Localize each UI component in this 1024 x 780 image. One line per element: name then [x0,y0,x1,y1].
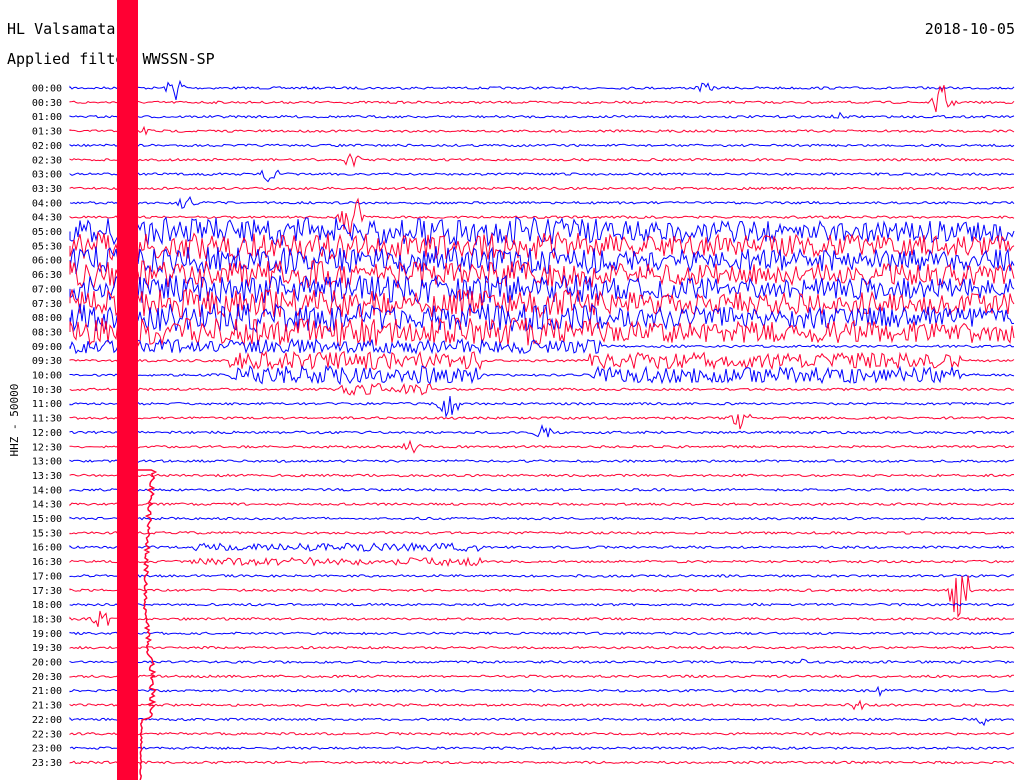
trace-line [69,364,1015,386]
trace-line [69,152,1015,168]
trace-line [69,350,1015,371]
trace-line [69,302,1015,334]
trace-line [69,685,1015,698]
trace-line [69,459,1015,463]
y-tick-label: 09:00 [32,342,62,353]
y-tick-label: 04:00 [32,198,62,209]
trace-line [69,487,1015,492]
trace-line [69,502,1015,507]
trace-line [69,125,1015,136]
trace-line [69,530,1015,535]
trace-line [69,516,1015,521]
y-tick-label: 10:00 [32,371,62,382]
y-tick-label: 21:00 [32,686,62,697]
trace-line [69,383,1015,396]
trace-line [69,631,1015,636]
y-tick-label: 20:00 [32,658,62,669]
y-tick-label: 05:30 [32,241,62,252]
y-tick-label: 12:00 [32,428,62,439]
y-tick-label: 10:30 [32,385,62,396]
trace-line [69,216,1015,247]
y-tick-label: 16:00 [32,543,62,554]
y-tick-label: 07:00 [32,284,62,295]
trace-line [69,424,1015,438]
trace-line [69,556,1015,567]
trace-line [69,195,1015,209]
trace-line [69,731,1015,736]
y-tick-label: 11:00 [32,399,62,410]
trace-line [69,473,1015,478]
trace-line [69,111,1015,119]
y-tick-label: 02:30 [32,155,62,166]
y-tick-label: 08:30 [32,327,62,338]
y-tick-label: 14:30 [32,500,62,511]
event-saturation [117,0,138,780]
y-tick-label: 01:30 [32,127,62,138]
y-tick-label: 01:00 [32,112,62,123]
trace-line [69,439,1015,454]
y-tick-label: 11:30 [32,414,62,425]
y-tick-label: 23:00 [32,744,62,755]
trace-line [69,699,1015,711]
y-tick-label: 13:30 [32,471,62,482]
trace-line [69,746,1014,750]
y-tick-label: 23:30 [32,758,62,769]
trace-line [69,259,1015,289]
y-tick-label: 00:30 [32,98,62,109]
y-tick-label: 05:00 [32,227,62,238]
trace-line [69,541,1015,552]
y-tick-label: 04:30 [32,213,62,224]
trace-line [69,645,1015,650]
trace-line [69,573,1014,578]
y-tick-label: 13:00 [32,457,62,468]
y-tick-label: 15:00 [32,514,62,525]
trace-line [69,760,1015,765]
y-tick-label: 19:30 [32,643,62,654]
y-tick-label: 03:00 [32,170,62,181]
y-tick-label: 22:00 [32,715,62,726]
y-tick-label: 02:00 [32,141,62,152]
helicorder-plot: 00:00 00:30 01:00 01:30 02:00 02:30 03:00 03:30… [32,0,1015,780]
trace-line [69,717,1015,727]
trace-line [69,79,1015,101]
trace-line [69,169,1015,183]
y-tick-label: 22:30 [32,729,62,740]
trace-line [69,575,1015,619]
y-tick-label: 07:30 [32,299,62,310]
trace-line [69,602,1015,607]
y-tick-label: 19:00 [32,629,62,640]
y-tick-label: 12:30 [32,442,62,453]
y-tick-label: 00:00 [32,84,62,95]
trace-line [69,85,1015,113]
trace-line [69,337,1015,355]
y-tick-label: 06:00 [32,256,62,267]
y-tick-label: 08:00 [32,313,62,324]
y-tick-label: 09:30 [32,356,62,367]
y-tick-label: 06:30 [32,270,62,281]
y-tick-label: 17:00 [32,571,62,582]
y-tick-label: 20:30 [32,672,62,683]
y-tick-label: 18:00 [32,600,62,611]
y-tick-label: 18:30 [32,614,62,625]
y-tick-label: 14:00 [32,485,62,496]
trace-line [69,674,1015,679]
trace-line [69,658,1015,665]
y-tick-label: 17:30 [32,586,62,597]
trace-line [69,610,1015,627]
y-tick-label: 16:30 [32,557,62,568]
y-tick-label: 21:30 [32,701,62,712]
trace-line [69,143,1015,148]
trace-line [69,245,1015,277]
y-tick-label: 15:30 [32,528,62,539]
trace-line [69,396,1015,419]
y-tick-label: 03:30 [32,184,62,195]
trace-line [69,186,1015,191]
